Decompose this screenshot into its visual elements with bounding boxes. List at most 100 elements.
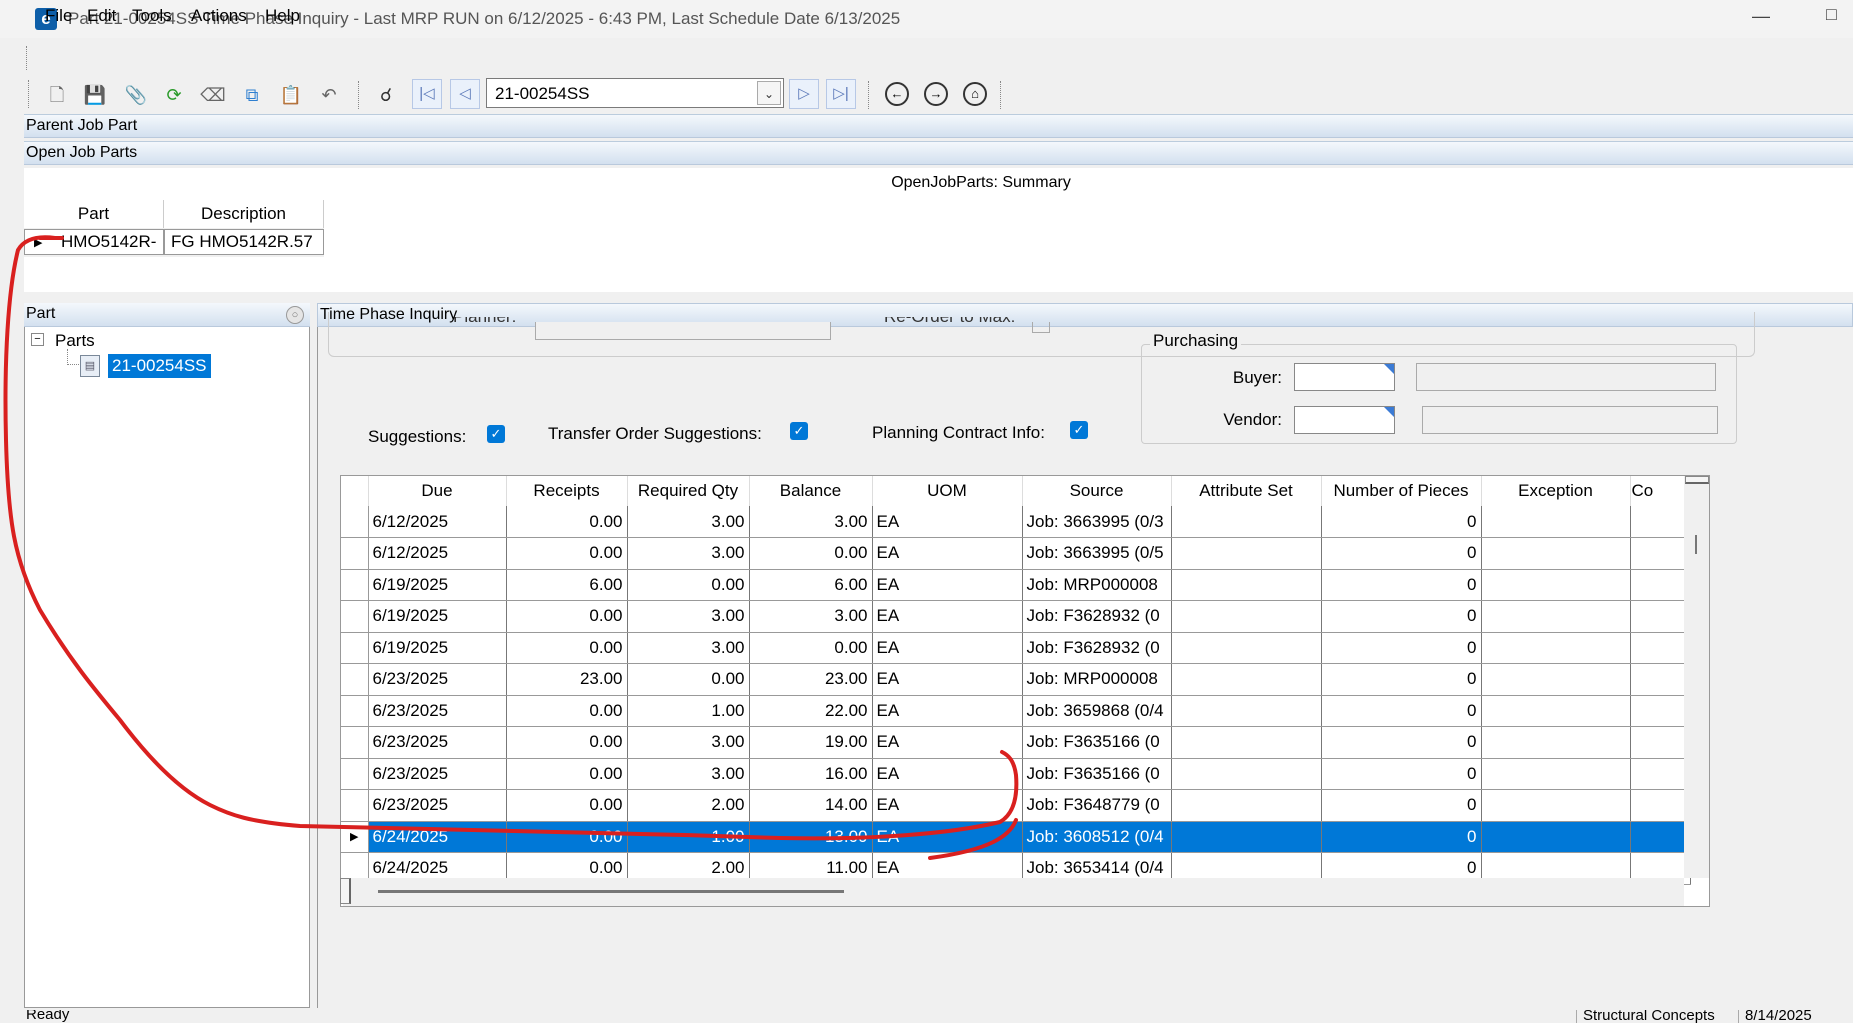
col-header-description[interactable]: Description bbox=[164, 200, 324, 228]
refresh-icon[interactable]: ⟳ bbox=[161, 82, 187, 108]
cell-co[interactable] bbox=[1630, 821, 1691, 853]
cell-exception[interactable] bbox=[1481, 821, 1631, 853]
vertical-scroll-thumb[interactable] bbox=[1695, 535, 1697, 554]
cell-required-qty[interactable]: 1.00 bbox=[627, 695, 750, 727]
menu-file[interactable]: File bbox=[45, 6, 72, 26]
cell-required-qty[interactable]: 3.00 bbox=[627, 758, 750, 790]
cell-co[interactable] bbox=[1630, 569, 1691, 601]
cell-co[interactable] bbox=[1630, 600, 1691, 633]
cell-balance[interactable]: 14.00 bbox=[749, 789, 873, 822]
cell-co[interactable] bbox=[1630, 537, 1691, 570]
cell-balance[interactable]: 3.00 bbox=[749, 600, 873, 633]
part-combo[interactable]: 21-00254SS ⌄ bbox=[486, 78, 784, 108]
menu-tools[interactable]: Tools bbox=[132, 6, 172, 26]
cell-attribute-set[interactable] bbox=[1171, 695, 1322, 727]
cell-attribute-set[interactable] bbox=[1171, 758, 1322, 790]
transfer-order-checkbox[interactable]: ✓ bbox=[790, 422, 808, 440]
menu-edit[interactable]: Edit bbox=[87, 6, 116, 26]
copy-icon[interactable]: ⧉ bbox=[239, 82, 265, 108]
cell-co[interactable] bbox=[1630, 632, 1691, 664]
cell-number-of-pieces[interactable]: 0 bbox=[1321, 695, 1482, 727]
pin-icon[interactable]: ○ bbox=[286, 306, 304, 324]
cell-due[interactable]: 6/23/2025 bbox=[368, 663, 507, 696]
table-row[interactable]: 6/23/2025 0.00 3.00 19.00 EA Job: F3635166 (0… bbox=[341, 726, 1691, 759]
vendor-input[interactable] bbox=[1294, 406, 1395, 434]
col-header-attribute-set[interactable]: Attribute Set bbox=[1171, 476, 1322, 506]
cell-required-qty[interactable]: 1.00 bbox=[627, 821, 750, 853]
clear-icon[interactable]: ⌫ bbox=[200, 82, 226, 108]
cell-co[interactable] bbox=[1630, 789, 1691, 822]
save-icon[interactable]: 💾 bbox=[82, 82, 108, 108]
cell-balance[interactable]: 3.00 bbox=[749, 506, 873, 538]
cell-exception[interactable] bbox=[1481, 758, 1631, 790]
cell-source[interactable]: Job: 3659868 (0/4 bbox=[1022, 695, 1172, 727]
row-selector[interactable] bbox=[341, 758, 369, 790]
next-record-icon[interactable]: ▷ bbox=[789, 79, 819, 109]
cell-uom[interactable]: EA bbox=[872, 726, 1023, 759]
cell-due[interactable]: 6/19/2025 bbox=[368, 600, 507, 633]
cell-due[interactable]: 6/23/2025 bbox=[368, 789, 507, 822]
scroll-up-button[interactable] bbox=[1685, 476, 1709, 484]
planner-field[interactable] bbox=[535, 322, 831, 340]
cell-attribute-set[interactable] bbox=[1171, 663, 1322, 696]
cell-balance[interactable]: 0.00 bbox=[749, 537, 873, 570]
cell-co[interactable] bbox=[1630, 695, 1691, 727]
table-row[interactable]: 6/23/2025 0.00 1.00 22.00 EA Job: 3659868 (0/… bbox=[341, 695, 1691, 727]
cell-balance[interactable]: 22.00 bbox=[749, 695, 873, 727]
cell-receipts[interactable]: 6.00 bbox=[506, 569, 628, 601]
col-header-uom[interactable]: UOM bbox=[872, 476, 1023, 506]
cell-due[interactable]: 6/23/2025 bbox=[368, 726, 507, 759]
last-record-icon[interactable]: ▷| bbox=[826, 79, 856, 109]
cell-uom[interactable]: EA bbox=[872, 600, 1023, 633]
cell-receipts[interactable]: 0.00 bbox=[506, 821, 628, 853]
col-header-co[interactable]: Co bbox=[1630, 476, 1691, 506]
cell-uom[interactable]: EA bbox=[872, 663, 1023, 696]
cell-balance[interactable]: 0.00 bbox=[749, 632, 873, 664]
cell-number-of-pieces[interactable]: 0 bbox=[1321, 506, 1482, 538]
row-selector[interactable] bbox=[341, 569, 369, 601]
cell-due[interactable]: 6/12/2025 bbox=[368, 506, 507, 538]
cell-number-of-pieces[interactable]: 0 bbox=[1321, 758, 1482, 790]
chevron-down-icon[interactable]: ⌄ bbox=[757, 81, 781, 105]
cell-source[interactable]: Job: F3648779 (0 bbox=[1022, 789, 1172, 822]
cell-source[interactable]: Job: F3635166 (0 bbox=[1022, 726, 1172, 759]
cell-number-of-pieces[interactable]: 0 bbox=[1321, 821, 1482, 853]
row-selector[interactable] bbox=[341, 726, 369, 759]
cell-exception[interactable] bbox=[1481, 726, 1631, 759]
cell-receipts[interactable]: 0.00 bbox=[506, 537, 628, 570]
cell-due[interactable]: 6/23/2025 bbox=[368, 758, 507, 790]
cell-exception[interactable] bbox=[1481, 789, 1631, 822]
parent-job-part-header[interactable]: Parent Job Part bbox=[24, 114, 1853, 138]
forward-icon[interactable]: → bbox=[924, 82, 948, 106]
cell-required-qty[interactable]: 3.00 bbox=[627, 632, 750, 664]
col-header-required-qty[interactable]: Required Qty bbox=[627, 476, 750, 506]
cell-exception[interactable] bbox=[1481, 663, 1631, 696]
cell-required-qty[interactable]: 3.00 bbox=[627, 600, 750, 633]
cell-source[interactable]: Job: F3635166 (0 bbox=[1022, 758, 1172, 790]
cell-receipts[interactable]: 0.00 bbox=[506, 726, 628, 759]
buyer-lookup-icon[interactable] bbox=[1384, 364, 1394, 374]
minimize-icon[interactable]: — bbox=[1752, 6, 1770, 27]
cell-receipts[interactable]: 0.00 bbox=[506, 789, 628, 822]
binoculars-icon[interactable]: ☌ bbox=[373, 82, 399, 108]
cell-co[interactable] bbox=[1630, 758, 1691, 790]
cell-due[interactable]: 6/19/2025 bbox=[368, 632, 507, 664]
cell-required-qty[interactable]: 3.00 bbox=[627, 537, 750, 570]
cell-source[interactable]: Job: 3608512 (0/4 bbox=[1022, 821, 1172, 853]
cell-due[interactable]: 6/19/2025 bbox=[368, 569, 507, 601]
previous-record-icon[interactable]: ◁ bbox=[450, 79, 480, 109]
row-selector[interactable] bbox=[341, 789, 369, 822]
cell-uom[interactable]: EA bbox=[872, 821, 1023, 853]
table-row[interactable]: 6/23/2025 0.00 2.00 14.00 EA Job: F3648779 (0… bbox=[341, 789, 1691, 822]
cell-exception[interactable] bbox=[1481, 569, 1631, 601]
attach-icon[interactable]: 📎 bbox=[123, 82, 149, 108]
menu-help[interactable]: Help bbox=[265, 6, 300, 26]
tree-root-parts[interactable]: Parts bbox=[55, 331, 95, 351]
table-row[interactable]: 6/12/2025 0.00 3.00 0.00 EA Job: 3663995 (0/5… bbox=[341, 537, 1691, 570]
cell-source[interactable]: Job: MRP000008 bbox=[1022, 569, 1172, 601]
back-icon[interactable]: ← bbox=[885, 82, 909, 106]
cell-attribute-set[interactable] bbox=[1171, 537, 1322, 570]
cell-required-qty[interactable]: 0.00 bbox=[627, 569, 750, 601]
scroll-left-button[interactable] bbox=[340, 878, 351, 904]
planning-contract-checkbox[interactable]: ✓ bbox=[1070, 421, 1088, 439]
